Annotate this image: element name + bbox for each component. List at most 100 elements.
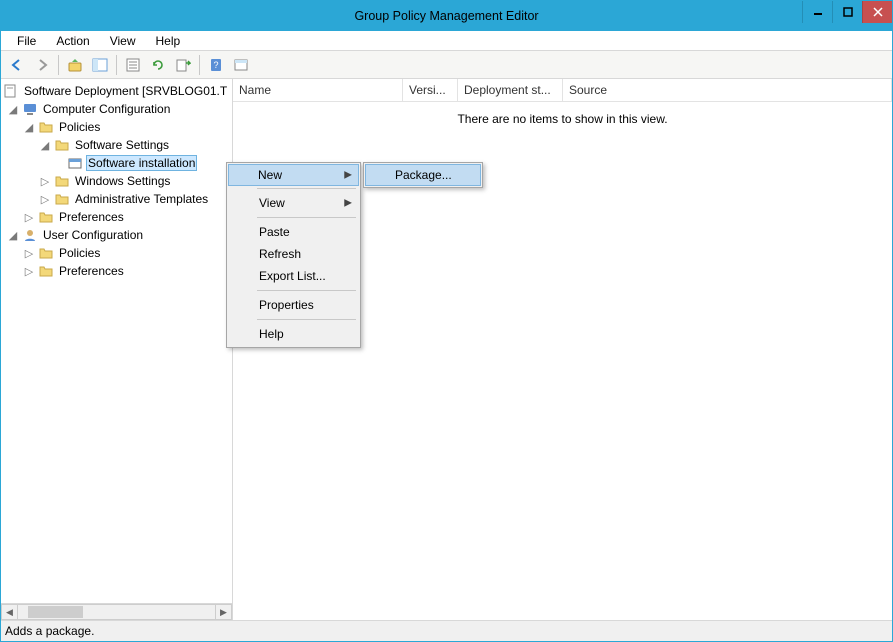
toolbar: ? xyxy=(1,51,892,79)
context-menu-properties[interactable]: Properties xyxy=(229,294,358,316)
tree-item-software-installation[interactable]: Software installation xyxy=(3,154,230,172)
folder-icon xyxy=(54,173,70,189)
expand-icon[interactable]: ▷ xyxy=(23,211,35,224)
properties-button[interactable] xyxy=(121,53,145,77)
expand-icon[interactable]: ▷ xyxy=(23,265,35,278)
toolbar-separator xyxy=(116,55,117,75)
context-menu-separator xyxy=(257,188,356,189)
tree-pane: Software Deployment [SRVBLOG01.T ◢ Compu… xyxy=(1,79,233,620)
folder-icon xyxy=(38,119,54,135)
collapse-icon[interactable]: ◢ xyxy=(23,121,35,134)
tree-label: Software Deployment [SRVBLOG01.T xyxy=(22,83,229,99)
expand-icon[interactable]: ▷ xyxy=(39,175,51,188)
window-controls xyxy=(802,1,892,23)
help-button[interactable]: ? xyxy=(204,53,228,77)
tree-root[interactable]: Software Deployment [SRVBLOG01.T xyxy=(3,82,230,100)
tree[interactable]: Software Deployment [SRVBLOG01.T ◢ Compu… xyxy=(1,79,232,603)
submenu-label: Package... xyxy=(395,168,452,182)
tree-item-cc-policies[interactable]: ◢ Policies xyxy=(3,118,230,136)
submenu-arrow-icon: ▶ xyxy=(344,170,352,181)
tree-item-user-configuration[interactable]: ◢ User Configuration xyxy=(3,226,230,244)
context-menu-paste[interactable]: Paste xyxy=(229,221,358,243)
collapse-icon[interactable]: ◢ xyxy=(7,229,19,242)
menu-view[interactable]: View xyxy=(100,32,146,50)
context-menu-separator xyxy=(257,290,356,291)
context-menu-label: Refresh xyxy=(259,247,301,261)
tree-label: User Configuration xyxy=(41,227,145,243)
tree-label: Preferences xyxy=(57,263,126,279)
close-button[interactable] xyxy=(862,1,892,23)
tree-label: Administrative Templates xyxy=(73,191,210,207)
menubar: File Action View Help xyxy=(1,31,892,51)
column-header-version[interactable]: Versi... xyxy=(403,79,458,101)
installer-icon xyxy=(67,155,83,171)
scroll-track[interactable] xyxy=(18,604,215,620)
show-hide-tree-button[interactable] xyxy=(88,53,112,77)
tree-item-computer-configuration[interactable]: ◢ Computer Configuration xyxy=(3,100,230,118)
tree-label: Policies xyxy=(57,245,102,261)
tree-item-uc-preferences[interactable]: ▷ Preferences xyxy=(3,262,230,280)
context-menu-separator xyxy=(257,319,356,320)
tree-item-windows-settings[interactable]: ▷ Windows Settings xyxy=(3,172,230,190)
column-header-source[interactable]: Source xyxy=(563,79,892,101)
minimize-button[interactable] xyxy=(802,1,832,23)
scroll-left-button[interactable]: ◀ xyxy=(1,604,18,620)
context-menu-refresh[interactable]: Refresh xyxy=(229,243,358,265)
horizontal-scrollbar[interactable]: ◀ ▶ xyxy=(1,603,232,620)
context-menu-label: Help xyxy=(259,327,284,341)
folder-icon xyxy=(54,137,70,153)
folder-icon xyxy=(38,263,54,279)
user-icon xyxy=(22,227,38,243)
up-button[interactable] xyxy=(63,53,87,77)
toolbar-separator xyxy=(199,55,200,75)
submenu-arrow-icon: ▶ xyxy=(344,198,352,209)
menu-file[interactable]: File xyxy=(7,32,46,50)
expand-icon[interactable]: ▷ xyxy=(39,193,51,206)
context-menu-label: View xyxy=(259,196,285,210)
submenu-package[interactable]: Package... xyxy=(365,164,481,186)
tree-item-software-settings[interactable]: ◢ Software Settings xyxy=(3,136,230,154)
export-list-button[interactable] xyxy=(171,53,195,77)
tree-item-cc-preferences[interactable]: ▷ Preferences xyxy=(3,208,230,226)
status-text: Adds a package. xyxy=(5,624,94,638)
maximize-button[interactable] xyxy=(832,1,862,23)
forward-button[interactable] xyxy=(30,53,54,77)
context-menu-new[interactable]: New ▶ xyxy=(228,164,359,186)
menu-help[interactable]: Help xyxy=(146,32,191,50)
context-menu-export-list[interactable]: Export List... xyxy=(229,265,358,287)
app-window: Group Policy Management Editor File Acti… xyxy=(0,0,893,642)
context-menu-label: New xyxy=(258,168,282,182)
scroll-thumb[interactable] xyxy=(28,606,83,618)
tree-label: Preferences xyxy=(57,209,126,225)
menu-action[interactable]: Action xyxy=(46,32,99,50)
context-menu-label: Properties xyxy=(259,298,314,312)
context-menu-separator xyxy=(257,217,356,218)
statusbar: Adds a package. xyxy=(1,621,892,641)
tree-label: Computer Configuration xyxy=(41,101,172,117)
window-title: Group Policy Management Editor xyxy=(1,9,892,23)
column-header-name[interactable]: Name xyxy=(233,79,403,101)
list-pane: Name Versi... Deployment st... Source Th… xyxy=(233,79,892,620)
tree-item-uc-policies[interactable]: ▷ Policies xyxy=(3,244,230,262)
folder-icon xyxy=(38,245,54,261)
folder-icon xyxy=(54,191,70,207)
tree-item-admin-templates[interactable]: ▷ Administrative Templates xyxy=(3,190,230,208)
empty-list-message: There are no items to show in this view. xyxy=(233,102,892,126)
column-header-deployment[interactable]: Deployment st... xyxy=(458,79,563,101)
tree-label: Software Settings xyxy=(73,137,171,153)
column-headers: Name Versi... Deployment st... Source xyxy=(233,79,892,102)
titlebar: Group Policy Management Editor xyxy=(1,1,892,31)
collapse-icon[interactable]: ◢ xyxy=(7,103,19,116)
gpo-icon xyxy=(3,83,19,99)
context-menu-label: Paste xyxy=(259,225,290,239)
scroll-right-button[interactable]: ▶ xyxy=(215,604,232,620)
context-submenu: Package... xyxy=(363,162,483,188)
svg-text:?: ? xyxy=(213,60,218,70)
options-button[interactable] xyxy=(229,53,253,77)
expand-icon[interactable]: ▷ xyxy=(23,247,35,260)
collapse-icon[interactable]: ◢ xyxy=(39,139,51,152)
context-menu-help[interactable]: Help xyxy=(229,323,358,345)
back-button[interactable] xyxy=(5,53,29,77)
refresh-button[interactable] xyxy=(146,53,170,77)
context-menu-view[interactable]: View ▶ xyxy=(229,192,358,214)
